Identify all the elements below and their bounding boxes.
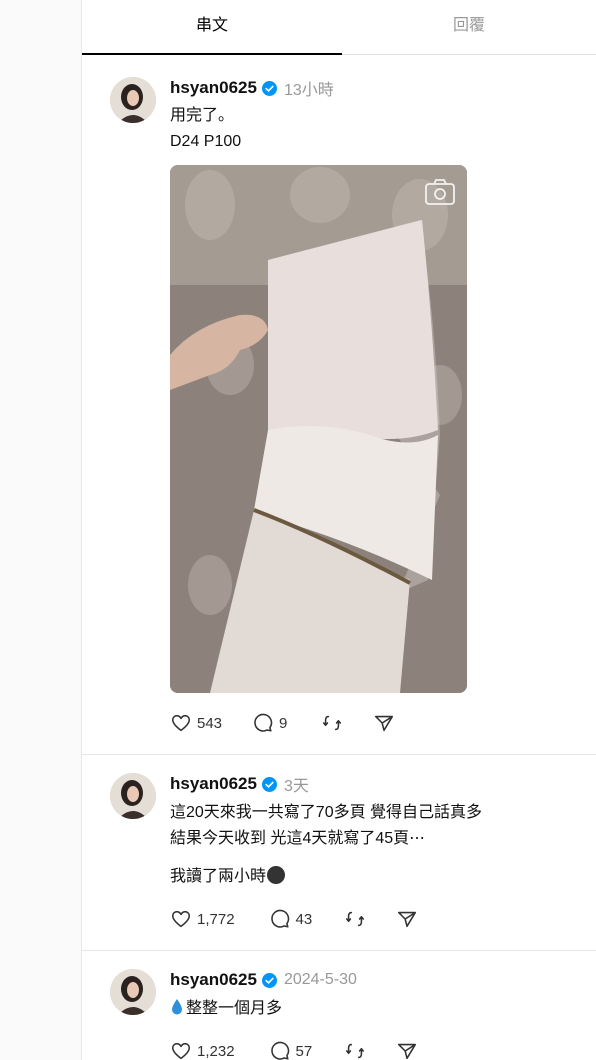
avatar[interactable] [110, 773, 156, 819]
post-text-line: 用完了。 [170, 107, 235, 124]
comment-count: 43 [295, 910, 313, 928]
thread-post[interactable]: hsyan0625 3天 這20天來我一共寫了70多頁 覺得自己話真多 結果今天… [82, 755, 596, 951]
post-time[interactable]: 13小時 [284, 76, 334, 100]
post-header: hsyan0625 3天 [170, 773, 309, 795]
avatar[interactable] [110, 77, 156, 123]
username[interactable]: hsyan0625 [170, 78, 257, 98]
post-time[interactable]: 2024-5-30 [284, 971, 357, 989]
comment-icon [254, 713, 273, 732]
profile-feed: 串文 回覆 hsyan0625 13小時 用完了。 D24 P100 543 9… [82, 0, 596, 1060]
like-count: 543 [197, 714, 223, 732]
face-emoji-icon [267, 866, 286, 884]
share-icon [375, 715, 394, 732]
comment-icon [270, 1041, 289, 1060]
share-icon [398, 1043, 417, 1060]
post-image[interactable] [170, 165, 467, 693]
post-actions: 543 9 [170, 711, 395, 735]
post-text-line: 我讀了兩小時 [170, 864, 286, 889]
heart-icon [171, 714, 191, 732]
post-text-line: 結果今天收到 光這4天就寫了45頁⋯ [170, 830, 426, 847]
username[interactable]: hsyan0625 [170, 774, 257, 794]
thread-post[interactable]: hsyan0625 2024-5-30 整整一個月多 1,232 57 [82, 951, 596, 1060]
verified-badge-icon [261, 776, 277, 792]
repost-button[interactable] [321, 712, 343, 734]
left-gutter [0, 0, 82, 1060]
comment-count: 57 [295, 1042, 313, 1060]
repost-button[interactable] [344, 908, 366, 930]
like-button[interactable]: 1,772 [170, 908, 235, 930]
heart-icon [171, 1042, 191, 1060]
post-time[interactable]: 3天 [284, 772, 309, 796]
verified-badge-icon [261, 972, 277, 988]
comment-button[interactable]: 9 [252, 712, 287, 734]
share-icon [398, 911, 417, 928]
share-button[interactable] [396, 908, 418, 930]
tab-threads[interactable]: 串文 [82, 0, 342, 55]
post-actions: 1,772 43 [170, 907, 418, 931]
post-actions: 1,232 57 [170, 1039, 418, 1060]
comment-icon [270, 909, 289, 928]
comment-button[interactable]: 57 [269, 1040, 313, 1060]
avatar[interactable] [110, 969, 156, 1015]
share-button[interactable] [373, 712, 395, 734]
like-button[interactable]: 543 [170, 712, 222, 734]
post-text-line: D24 P100 [170, 133, 242, 150]
verified-badge-icon [261, 80, 277, 96]
thread-post[interactable]: hsyan0625 13小時 用完了。 D24 P100 543 9 [82, 55, 596, 755]
repost-icon [323, 715, 342, 731]
like-button[interactable]: 1,232 [170, 1040, 235, 1060]
droplet-icon [172, 999, 182, 1015]
tab-replies[interactable]: 回覆 [342, 0, 596, 55]
post-text-line: 這20天來我一共寫了70多頁 覺得自己話真多 [170, 804, 483, 821]
post-text-line: 整整一個月多 [170, 996, 282, 1021]
repost-icon [346, 911, 365, 927]
repost-button[interactable] [344, 1040, 366, 1060]
comment-button[interactable]: 43 [269, 908, 313, 930]
like-count: 1,232 [197, 1042, 235, 1060]
profile-tabs: 串文 回覆 [82, 0, 596, 55]
post-header: hsyan0625 13小時 [170, 77, 334, 99]
like-count: 1,772 [197, 910, 235, 928]
repost-icon [346, 1043, 365, 1059]
heart-icon [171, 910, 191, 928]
username[interactable]: hsyan0625 [170, 970, 257, 990]
share-button[interactable] [396, 1040, 418, 1060]
post-header: hsyan0625 2024-5-30 [170, 969, 357, 991]
comment-count: 9 [279, 714, 288, 732]
